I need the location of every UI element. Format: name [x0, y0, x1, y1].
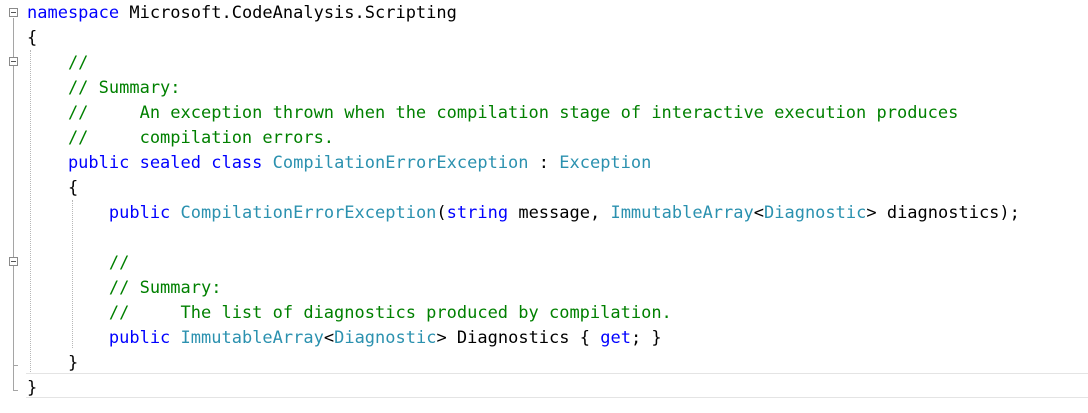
keyword-token: string [446, 203, 509, 223]
line-text: public sealed class CompilationErrorExce… [27, 151, 651, 175]
keyword-token: public [27, 203, 171, 223]
text-token: { [27, 28, 38, 48]
code-line[interactable]: namespace Microsoft.CodeAnalysis.Scripti… [0, 0, 1088, 25]
text-token: message, [508, 203, 611, 223]
code-line[interactable]: public sealed class CompilationErrorExce… [0, 150, 1088, 175]
line-text: // Summary: [27, 76, 181, 100]
text-token: { [27, 178, 79, 198]
code-line[interactable] [0, 225, 1088, 250]
code-editor[interactable]: namespace Microsoft.CodeAnalysis.Scripti… [0, 0, 1088, 413]
code-line[interactable]: // Summary: [0, 275, 1088, 300]
comment-token: // An exception thrown when the compilat… [27, 103, 959, 123]
line-text: // An exception thrown when the compilat… [27, 101, 958, 125]
line-text: namespace Microsoft.CodeAnalysis.Scripti… [27, 1, 457, 25]
code-line[interactable]: // [0, 250, 1088, 275]
line-text: } [27, 351, 78, 375]
text-token: Microsoft.CodeAnalysis.Scripting [119, 3, 457, 23]
line-text: // Summary: [27, 276, 222, 300]
line-text: public ImmutableArray<Diagnostic> Diagno… [27, 326, 662, 350]
line-text: } [27, 376, 37, 400]
type-token: CompilationErrorException [272, 153, 529, 173]
code-line[interactable]: { [0, 175, 1088, 200]
editor-bottom-area [0, 399, 1088, 413]
text-token: ; } [630, 328, 662, 348]
line-text: public CompilationErrorException(string … [27, 201, 1020, 225]
text-token: } [27, 353, 79, 373]
text-token: < [323, 328, 335, 348]
type-token: Diagnostic [334, 328, 437, 348]
type-token: ImmutableArray [180, 328, 324, 348]
type-token: CompilationErrorException [180, 203, 437, 223]
comment-token: // The list of diagnostics produced by c… [27, 303, 672, 323]
code-line[interactable]: // [0, 50, 1088, 75]
text-token: < [753, 203, 764, 223]
code-line[interactable]: } [0, 350, 1088, 375]
code-line[interactable]: public CompilationErrorException(string … [0, 200, 1088, 225]
type-token: ImmutableArray [610, 203, 754, 223]
code-line[interactable]: // Summary: [0, 75, 1088, 100]
text-token: : [528, 153, 560, 173]
keyword-token: public sealed class [27, 153, 263, 173]
code-line[interactable]: } [0, 375, 1088, 400]
line-text: { [27, 176, 78, 200]
keyword-token: get [600, 328, 631, 348]
text-token: > Diagnostics { [436, 328, 601, 348]
comment-token: // Summary: [27, 78, 181, 98]
type-token: Exception [559, 153, 652, 173]
line-text: // The list of diagnostics produced by c… [27, 301, 672, 325]
text-token: } [27, 378, 38, 398]
code-line[interactable]: // An exception thrown when the compilat… [0, 100, 1088, 125]
code-line[interactable]: { [0, 25, 1088, 50]
comment-token: // [27, 253, 130, 273]
type-token: Diagnostic [764, 203, 867, 223]
comment-token: // [27, 53, 89, 73]
line-text: // compilation errors. [27, 126, 334, 150]
line-text: // [27, 251, 129, 275]
comment-token: // Summary: [27, 278, 222, 298]
text-token: ( [436, 203, 447, 223]
comment-token: // compilation errors. [27, 128, 335, 148]
code-line[interactable]: // The list of diagnostics produced by c… [0, 300, 1088, 325]
keyword-token: namespace [27, 3, 120, 23]
code-line[interactable]: // compilation errors. [0, 125, 1088, 150]
keyword-token: public [27, 328, 171, 348]
line-text: { [27, 26, 37, 50]
code-line[interactable]: public ImmutableArray<Diagnostic> Diagno… [0, 325, 1088, 350]
text-token: > diagnostics); [866, 203, 1020, 223]
line-text: // [27, 51, 88, 75]
